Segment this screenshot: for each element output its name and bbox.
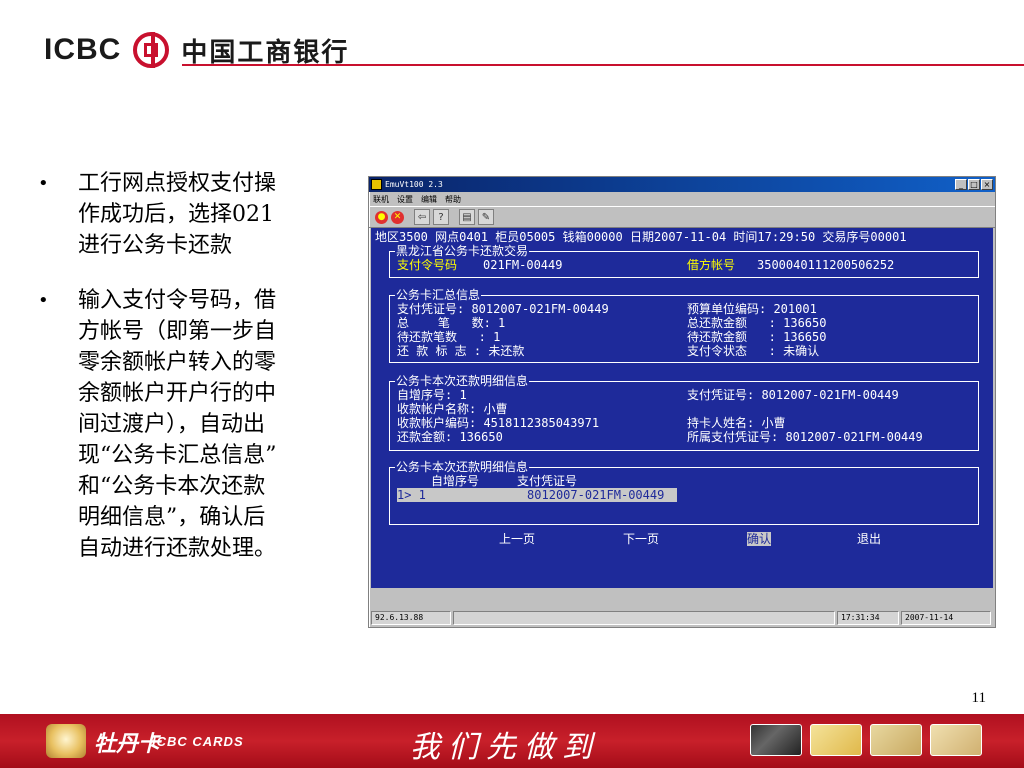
card-images bbox=[750, 724, 982, 756]
footer-banner: 牡丹卡 ICBC CARDS 我们先做到 bbox=[0, 714, 1024, 768]
transaction-box-title: 黑龙江省公务卡还款交易 bbox=[395, 244, 530, 258]
window-titlebar[interactable]: EmuVt100 2.3 _ □ × bbox=[369, 177, 995, 192]
slogan: 我们先做到 bbox=[410, 730, 600, 765]
card-image bbox=[750, 724, 802, 756]
print-icon[interactable]: ▤ bbox=[459, 209, 475, 225]
terminal-header-line: 地区3500 网点0401 柜员05005 钱箱00000 日期2007-11-… bbox=[375, 230, 907, 244]
connect-icon[interactable]: ● bbox=[375, 210, 388, 224]
edit-icon[interactable]: ✎ bbox=[478, 209, 494, 225]
confirm-button[interactable]: 确认 bbox=[747, 532, 772, 546]
bullet-symbol: • bbox=[38, 173, 49, 194]
list-col-voucher: 支付凭证号 bbox=[517, 474, 578, 488]
bullet-item: • 工行网点授权支付操 作成功后，选择021 进行公务卡还款 bbox=[38, 168, 370, 261]
bullet-symbol: • bbox=[38, 290, 49, 311]
terminal-screen[interactable]: 地区3500 网点0401 柜员05005 钱箱00000 日期2007-11-… bbox=[371, 228, 993, 588]
detail-left-line: 收款帐户编码: 4518112385043971 bbox=[397, 416, 600, 430]
debit-account-label: 借方帐号 bbox=[687, 258, 736, 272]
menu-settings[interactable]: 设置 bbox=[397, 194, 413, 205]
page-number: 11 bbox=[971, 690, 986, 706]
pay-order-label: 支付令号码 bbox=[397, 258, 458, 272]
detail-right-line: 持卡人姓名: 小曹 bbox=[687, 416, 786, 430]
bullet-list: • 工行网点授权支付操 作成功后，选择021 进行公务卡还款 • 输入支付令号码… bbox=[38, 168, 370, 588]
detail-left-line: 收款帐户名称: 小曹 bbox=[397, 402, 508, 416]
next-page-button[interactable]: 下一页 bbox=[623, 532, 659, 546]
detail-right-line: 支付凭证号: 8012007-021FM-00449 bbox=[687, 388, 899, 402]
toolbar: ● ✕ ⇦ ? ▤ ✎ bbox=[369, 206, 995, 228]
header-divider bbox=[182, 64, 1024, 66]
brand-name-cn: 牡丹卡 bbox=[94, 732, 161, 757]
bullet-item: • 输入支付令号码，借 方帐号（即第一步自 零余额帐户转入的零 余额帐户开户行的… bbox=[38, 285, 370, 564]
maximize-button[interactable]: □ bbox=[968, 179, 980, 190]
menu-connect[interactable]: 联机 bbox=[373, 194, 389, 205]
summary-right-line: 预算单位编码: 201001 bbox=[687, 302, 817, 316]
bullet-text: 输入支付令号码，借 方帐号（即第一步自 零余额帐户转入的零 余额帐户开户行的中 … bbox=[78, 288, 277, 561]
detail-left-line: 自增序号: 1 bbox=[397, 388, 467, 402]
card-image bbox=[810, 724, 862, 756]
peony-logo-icon bbox=[46, 724, 86, 758]
detail-box-title: 公务卡本次还款明细信息 bbox=[395, 374, 530, 388]
close-button[interactable]: × bbox=[981, 179, 993, 190]
status-bar: 92.6.13.88 17:31:34 2007-11-14 bbox=[371, 611, 993, 626]
summary-right-line: 待还款金额 : 136650 bbox=[687, 330, 827, 344]
menu-bar: 联机 设置 编辑 帮助 bbox=[369, 192, 995, 206]
status-empty bbox=[453, 611, 835, 625]
summary-right-line: 总还款金额 : 136650 bbox=[687, 316, 827, 330]
status-time: 17:31:34 bbox=[837, 611, 899, 625]
brand-name-en: ICBC CARDS bbox=[152, 734, 244, 749]
menu-help[interactable]: 帮助 bbox=[445, 194, 461, 205]
bank-name: 中国工商银行 bbox=[181, 37, 350, 68]
disconnect-icon[interactable]: ✕ bbox=[391, 210, 404, 224]
exit-button[interactable]: 退出 bbox=[857, 532, 881, 546]
list-col-seq: 自增序号 bbox=[431, 474, 480, 488]
help-icon[interactable]: ? bbox=[433, 209, 449, 225]
logo-text: ICBC bbox=[44, 33, 122, 66]
terminal-window: EmuVt100 2.3 _ □ × 联机 设置 编辑 帮助 ● ✕ ⇦ ? ▤… bbox=[368, 176, 996, 628]
card-image bbox=[930, 724, 982, 756]
window-title: EmuVt100 2.3 bbox=[385, 180, 443, 189]
detail-left-line: 还款金额: 136650 bbox=[397, 430, 503, 444]
pay-order-input[interactable]: 021FM-00449 bbox=[483, 258, 562, 272]
summary-left-line: 待还款笔数 : 1 bbox=[397, 330, 501, 344]
app-icon bbox=[371, 179, 382, 190]
summary-left-line: 总 笔 数: 1 bbox=[397, 316, 506, 330]
summary-right-line: 支付令状态 : 未确认 bbox=[687, 344, 820, 358]
card-image bbox=[870, 724, 922, 756]
status-date: 2007-11-14 bbox=[901, 611, 991, 625]
summary-left-line: 还 款 标 志 : 未还款 bbox=[397, 344, 525, 358]
prev-page-button[interactable]: 上一页 bbox=[499, 532, 535, 546]
bullet-text: 工行网点授权支付操 作成功后，选择021 进行公务卡还款 bbox=[78, 171, 277, 258]
summary-box-title: 公务卡汇总信息 bbox=[395, 288, 482, 302]
summary-left-line: 支付凭证号: 8012007-021FM-00449 bbox=[397, 302, 609, 316]
send-icon[interactable]: ⇦ bbox=[414, 209, 430, 225]
detail-right-line: 所属支付凭证号: 8012007-021FM-00449 bbox=[687, 430, 923, 444]
list-box-title: 公务卡本次还款明细信息 bbox=[395, 460, 530, 474]
list-row-selected[interactable]: 1> 1 8012007-021FM-00449 bbox=[397, 488, 677, 502]
status-ip: 92.6.13.88 bbox=[371, 611, 451, 625]
icbc-seal-icon bbox=[133, 32, 170, 68]
debit-account-input[interactable]: 3500040111200506252 bbox=[757, 258, 894, 272]
menu-edit[interactable]: 编辑 bbox=[421, 194, 437, 205]
minimize-button[interactable]: _ bbox=[955, 179, 967, 190]
